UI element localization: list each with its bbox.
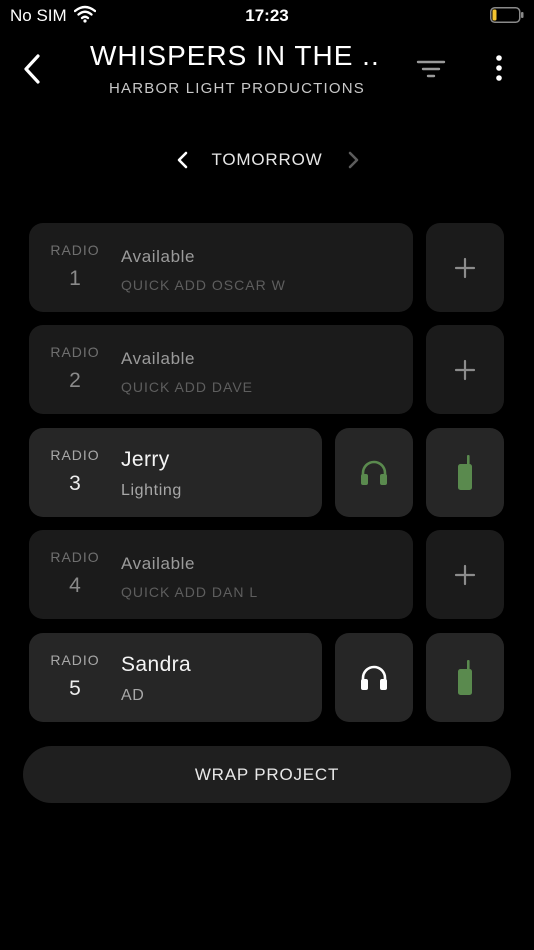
walkie-toggle-3[interactable]: [426, 428, 504, 517]
wrap-project-button[interactable]: WRAP PROJECT: [23, 746, 511, 803]
headphones-icon: [361, 460, 387, 485]
radio-card-1[interactable]: RADIO 1 Available QUICK ADD OSCAR W: [29, 223, 413, 312]
next-day-button[interactable]: [340, 146, 366, 174]
radio-label: RADIO: [50, 242, 100, 258]
radio-number: 2: [69, 369, 81, 392]
walkie-talkie-icon: [458, 454, 472, 490]
filter-icon[interactable]: [414, 54, 448, 84]
walkie-toggle-5[interactable]: [426, 633, 504, 722]
back-button[interactable]: [18, 52, 48, 86]
quick-add-suggestion[interactable]: QUICK ADD DAVE: [121, 379, 253, 395]
radio-label: RADIO: [50, 652, 100, 668]
clock: 17:23: [245, 6, 289, 25]
person-name: Jerry: [121, 448, 170, 471]
plus-icon: [454, 257, 476, 278]
plus-icon: [454, 564, 476, 585]
radio-label: RADIO: [50, 549, 100, 565]
headset-toggle-3[interactable]: [335, 428, 413, 517]
headphones-icon: [361, 665, 387, 690]
radio-card-4[interactable]: RADIO 4 Available QUICK ADD DAN L: [29, 530, 413, 619]
radio-card-2[interactable]: RADIO 2 Available QUICK ADD DAVE: [29, 325, 413, 414]
more-vertical-icon[interactable]: [486, 52, 512, 86]
radio-label: RADIO: [50, 344, 100, 360]
availability-status: Available: [121, 349, 196, 368]
date-label: TOMORROW: [211, 150, 323, 169]
headset-toggle-5[interactable]: [335, 633, 413, 722]
add-person-button-2[interactable]: [426, 325, 504, 414]
radio-card-3[interactable]: RADIO 3 Jerry Lighting: [29, 428, 322, 517]
radio-number: 3: [69, 472, 81, 495]
walkie-talkie-icon: [458, 659, 472, 695]
person-name: Sandra: [121, 653, 192, 676]
availability-status: Available: [121, 247, 196, 266]
radio-card-5[interactable]: RADIO 5 Sandra AD: [29, 633, 322, 722]
previous-day-button[interactable]: [170, 146, 196, 174]
page-title: WHISPERS IN THE ...: [90, 40, 380, 71]
add-person-button-1[interactable]: [426, 223, 504, 312]
radio-number: 4: [69, 574, 81, 597]
quick-add-suggestion[interactable]: QUICK ADD DAN L: [121, 584, 258, 600]
plus-icon: [454, 359, 476, 380]
production-name: HARBOR LIGHT PRODUCTIONS: [108, 80, 366, 97]
person-role: Lighting: [121, 482, 182, 499]
radio-number: 1: [69, 267, 81, 290]
add-person-button-4[interactable]: [426, 530, 504, 619]
radio-number: 5: [69, 677, 81, 700]
availability-status: Available: [121, 554, 196, 573]
person-role: AD: [121, 687, 145, 704]
radio-label: RADIO: [50, 447, 100, 463]
status-bar: No SIM 17:23: [0, 0, 534, 30]
quick-add-suggestion[interactable]: QUICK ADD OSCAR W: [121, 277, 286, 293]
battery-icon: [490, 7, 524, 23]
